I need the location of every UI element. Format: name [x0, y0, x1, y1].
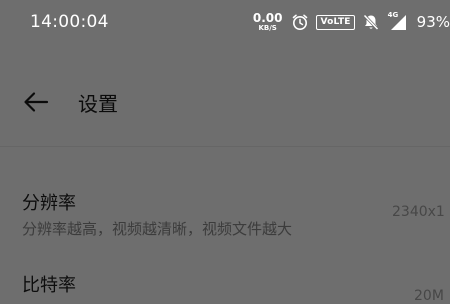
network-speed-unit: KB/S	[258, 24, 277, 32]
back-button[interactable]	[20, 88, 52, 116]
status-bar: 14:00:04 0.00 KB/S VoLTE 4G 93%	[0, 0, 450, 44]
status-time: 14:00:04	[30, 12, 109, 32]
setting-description: 分辨率越高，视频越清晰，视频文件越大	[22, 220, 293, 238]
network-speed-value: 0.00	[252, 11, 283, 25]
volte-badge: VoLTE	[316, 14, 355, 30]
setting-title: 比特率	[22, 275, 76, 296]
status-icons: 0.00 KB/S VoLTE 4G 93%	[253, 9, 450, 35]
setting-item-bitrate[interactable]: 比特率 20M	[0, 264, 450, 304]
setting-item-resolution[interactable]: 分辨率 分辨率越高，视频越清晰，视频文件越大 2340x1	[0, 180, 450, 244]
cell-signal-icon: 4G	[387, 11, 407, 31]
setting-value: 2340x1	[392, 204, 445, 220]
network-speed: 0.00 KB/S	[253, 12, 283, 32]
header-divider	[0, 146, 450, 147]
setting-value: 20M	[414, 288, 444, 304]
setting-title: 分辨率	[22, 193, 76, 214]
app-bar: 设置	[0, 78, 450, 126]
battery-level: 93%	[416, 13, 450, 31]
back-arrow-icon	[24, 92, 49, 112]
notifications-muted-icon	[362, 13, 380, 31]
page-title: 设置	[78, 92, 118, 116]
alarm-clock-icon	[291, 13, 309, 31]
network-type-label: 4G	[387, 11, 399, 19]
